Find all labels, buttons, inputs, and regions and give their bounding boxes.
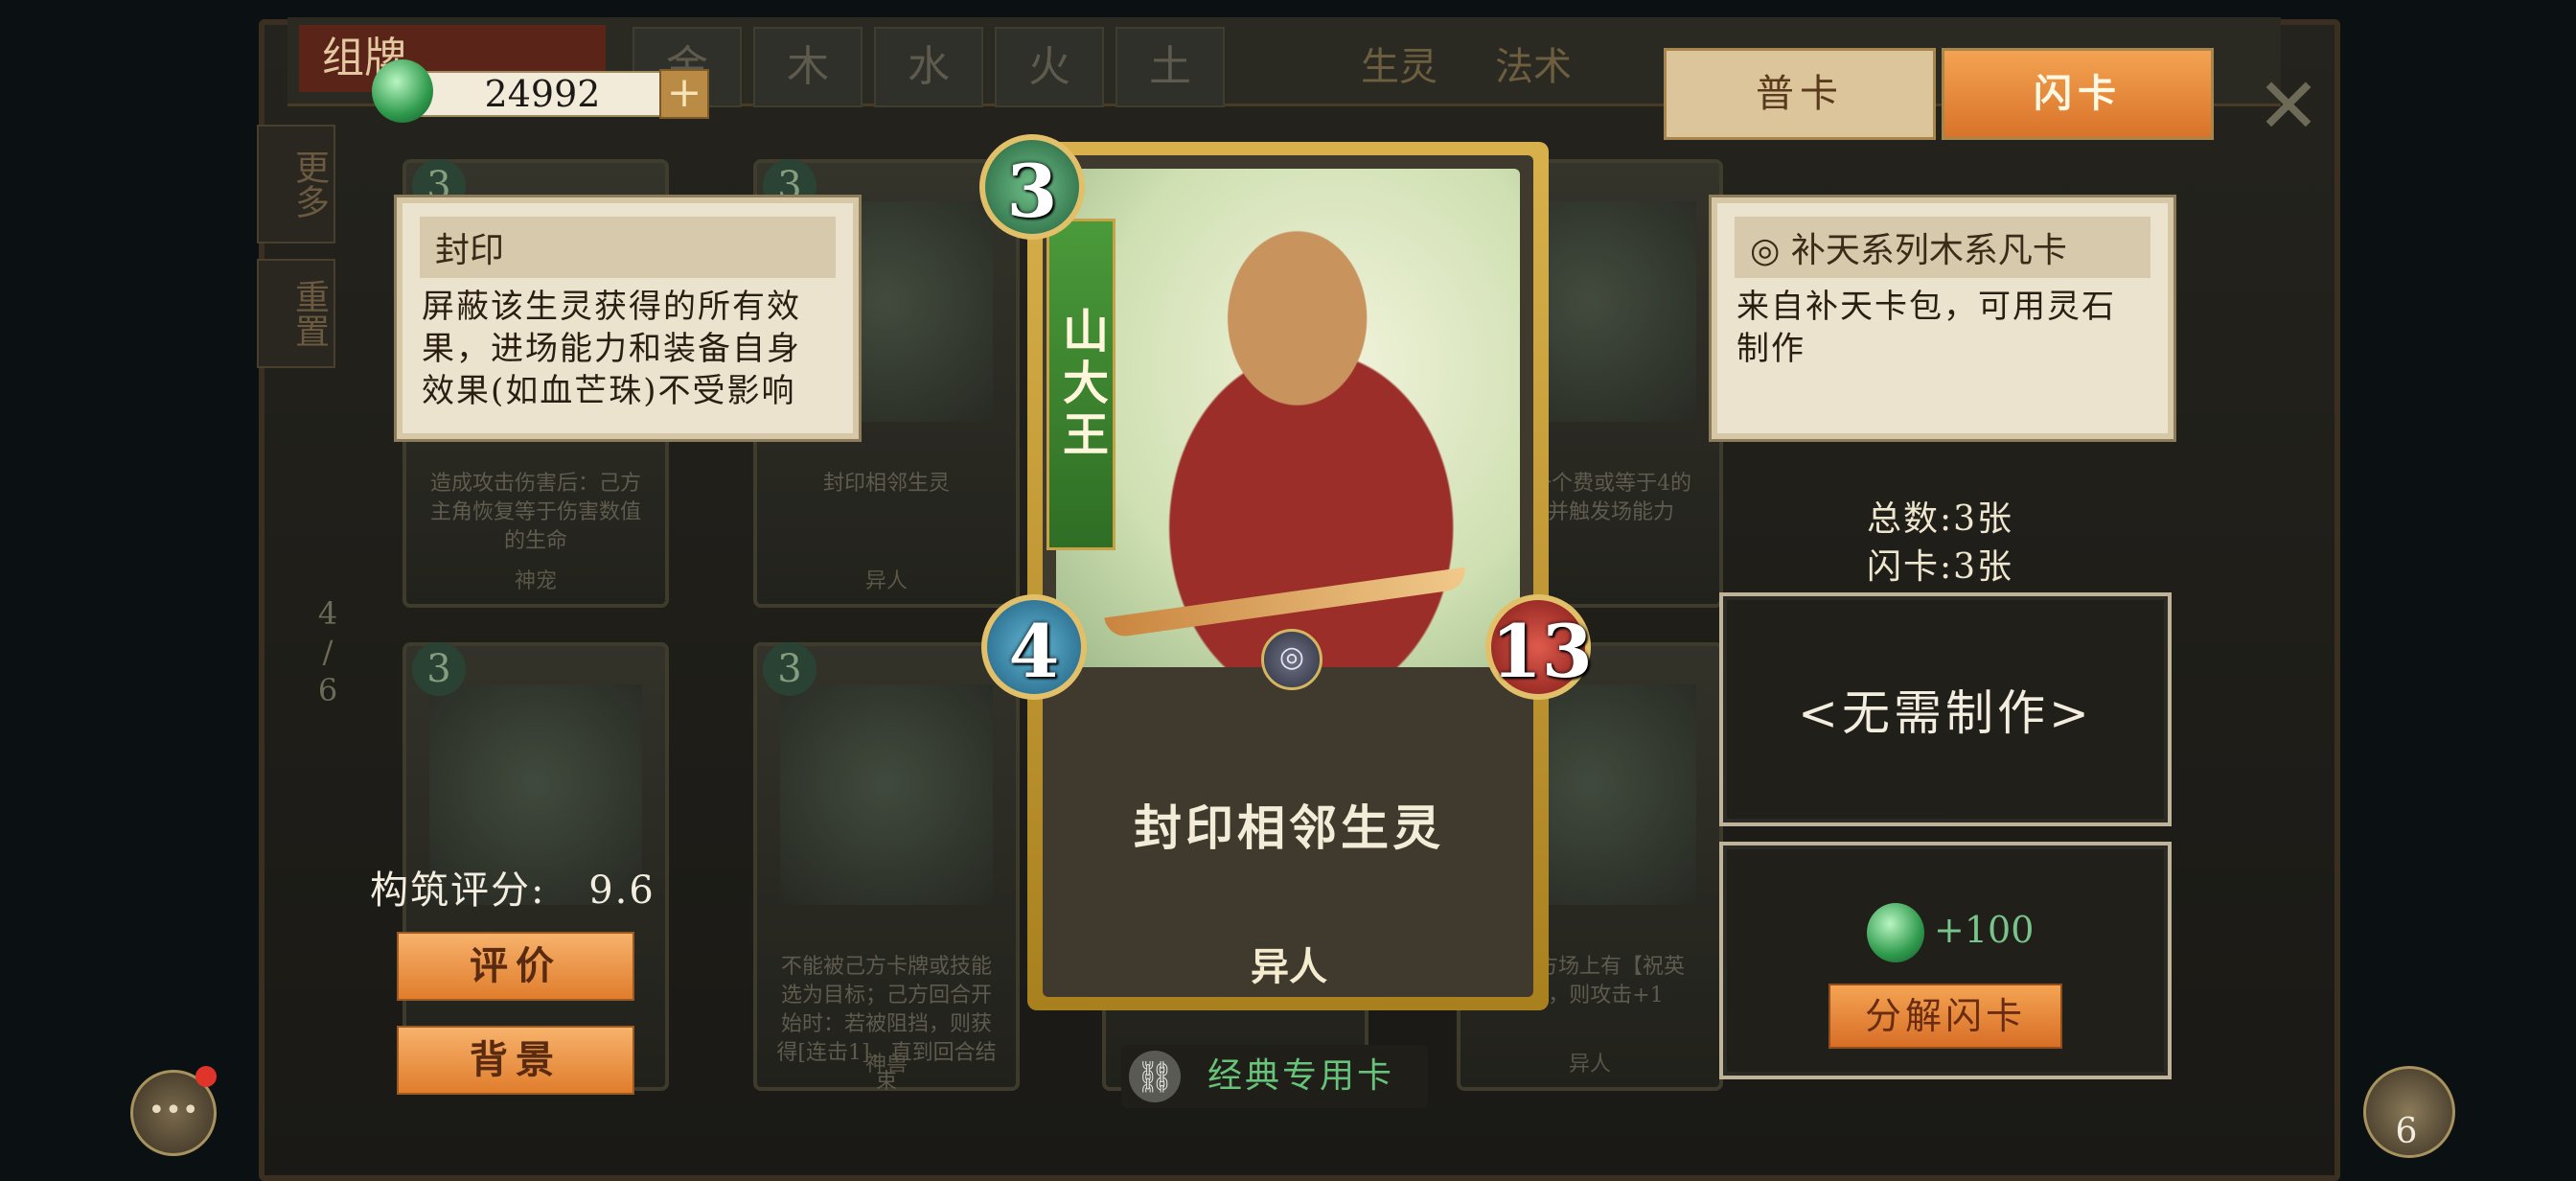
tab-element-fire[interactable]: 火: [995, 27, 1104, 107]
source-tooltip: ◎ 补天系列木系凡卡 来自补天卡包，可用灵石制作: [1712, 197, 2174, 439]
decompose-reward: +100: [1934, 909, 2035, 951]
tab-type-spell[interactable]: 法术: [1495, 40, 1572, 94]
score-label: 构筑评分:: [370, 868, 546, 913]
reset-tab[interactable]: 重置: [257, 259, 335, 368]
card-race: 神宠: [514, 569, 557, 593]
card-race: 神兽: [864, 1053, 908, 1077]
total-count: 总数:3张: [1867, 499, 2014, 539]
page-separator: /: [322, 634, 334, 670]
keyword-tooltip: 封印 屏蔽该生灵获得的所有效果，进场能力和装备自身效果(如血芒珠)不受影响: [397, 197, 859, 439]
card-race: 异人: [1568, 1053, 1611, 1077]
card-race-label: 异人: [1251, 944, 1327, 989]
classic-only-badge[interactable]: ⛓ 经典专用卡: [1121, 1045, 1428, 1108]
spirit-stone-icon: [1867, 903, 1924, 962]
card-text: 造成攻击伤害后：己方主角恢复等于伤害数值的生命: [429, 472, 641, 553]
score-value: 9.6: [588, 868, 656, 913]
tab-element-wood[interactable]: 木: [753, 27, 862, 107]
card-art: [780, 684, 993, 905]
page-indicator: 4 / 6: [309, 594, 347, 709]
normal-card-button[interactable]: 普卡: [1664, 48, 1936, 140]
flash-count: 闪卡:3张: [1867, 547, 2014, 587]
notification-dot: [196, 1066, 217, 1087]
card-effect: 封印相邻生灵: [1134, 799, 1444, 856]
card-cost: 3: [412, 642, 466, 696]
card-attack: 4: [981, 594, 1087, 700]
tab-element-water[interactable]: 水: [874, 27, 983, 107]
page-total: 6: [317, 672, 338, 708]
source-title: ◎ 补天系列木系凡卡: [1735, 217, 2150, 278]
source-title-text: 补天系列木系凡卡: [1790, 231, 2067, 270]
keyword-description: 屏蔽该生灵获得的所有效果，进场能力和装备自身效果(如血芒珠)不受影响: [422, 288, 801, 410]
card-name: 山大王: [1046, 219, 1116, 550]
page-current: 4: [317, 595, 338, 632]
flash-card-button[interactable]: 闪卡: [1942, 48, 2214, 140]
spirit-stone-icon: [372, 59, 433, 123]
background-button[interactable]: 背景: [397, 1026, 634, 1095]
card-race: 异人: [864, 569, 908, 593]
set-symbol-small-icon: ◎: [1750, 231, 1791, 270]
source-description: 来自补天卡包，可用灵石制作: [1736, 288, 2116, 368]
add-currency-button[interactable]: +: [659, 69, 709, 119]
decompose-panel: +100 分解闪卡: [1719, 842, 2172, 1079]
card-text: 封印相邻生灵: [822, 472, 950, 496]
more-tab[interactable]: 更多: [257, 125, 335, 243]
tab-element-earth[interactable]: 土: [1116, 27, 1225, 107]
card-cost-gem: 3: [979, 134, 1085, 240]
craft-panel: <无需制作>: [1719, 592, 2172, 826]
currency-amount: 24992: [410, 71, 675, 117]
card-health: 13: [1485, 594, 1593, 700]
close-icon[interactable]: ✕: [2250, 61, 2327, 157]
keyword-title: 封印: [420, 217, 836, 278]
deck-count: 6: [2395, 1112, 2418, 1151]
link-icon: ⛓: [1129, 1051, 1181, 1102]
set-symbol-icon: ◎: [1261, 629, 1322, 690]
card-cost: 3: [763, 642, 816, 696]
decompose-flash-button[interactable]: 分解闪卡: [1828, 984, 2062, 1049]
no-craft-needed-label: <无需制作>: [1798, 685, 2093, 741]
review-button[interactable]: 评价: [397, 932, 634, 1001]
deck-score: 构筑评分: 9.6: [370, 859, 656, 915]
currency-bar: 24992 +: [372, 59, 709, 123]
tab-type-creature[interactable]: 生灵: [1361, 40, 1438, 94]
classic-only-label: 经典专用卡: [1208, 1056, 1395, 1096]
deck-card[interactable]: 3 不能被己方卡牌或技能选为目标；己方回合开始时：若被阻挡，则获得[连击1]，直…: [753, 642, 1020, 1094]
